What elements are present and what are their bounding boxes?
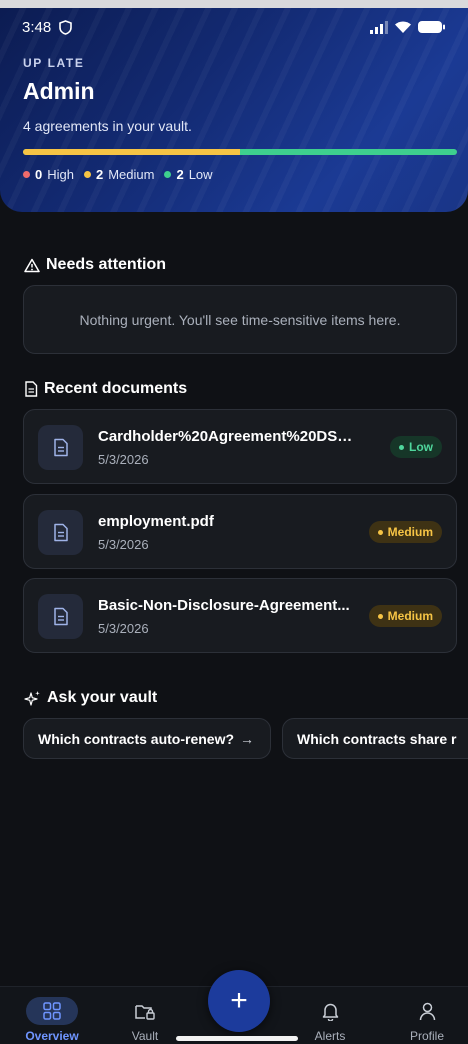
document-icon — [25, 381, 38, 397]
tab-profile[interactable]: Profile — [392, 997, 462, 1043]
needs-attention-heading: Needs attention — [24, 256, 166, 274]
legend-medium: 2 Medium — [83, 167, 154, 182]
risk-legend: 0 High 2 Medium 2 Low — [23, 167, 213, 182]
document-card[interactable]: Basic-Non-Disclosure-Agreement... 5/3/20… — [23, 578, 457, 653]
bell-icon — [322, 1003, 338, 1021]
sparkles-icon — [24, 690, 40, 706]
warning-icon — [24, 258, 40, 272]
suggestion-chip[interactable]: Which contracts auto-renew? → — [23, 718, 271, 759]
plus-icon: + — [230, 984, 248, 1017]
legend-low: 2 Low — [164, 167, 213, 182]
risk-distribution-bar — [23, 149, 457, 155]
document-card[interactable]: Cardholder%20Agreement%20DSC1... 5/3/202… — [23, 409, 457, 484]
grid-icon — [43, 1002, 61, 1020]
high-dot-icon — [23, 171, 30, 178]
attention-empty-card: Nothing urgent. You'll see time-sensitiv… — [23, 285, 457, 354]
suggestion-chip[interactable]: Which contracts share r — [282, 718, 468, 759]
file-icon — [38, 425, 83, 470]
status-time: 3:48 — [22, 18, 52, 36]
document-name: employment.pdf — [98, 513, 214, 530]
tab-alerts[interactable]: Alerts — [295, 997, 365, 1043]
recent-documents-heading: Recent documents — [24, 380, 187, 398]
document-date: 5/3/2026 — [98, 537, 149, 552]
person-icon — [419, 1002, 435, 1020]
folder-lock-icon — [135, 1004, 155, 1020]
document-date: 5/3/2026 — [98, 621, 149, 636]
document-card[interactable]: employment.pdf 5/3/2026 Medium — [23, 494, 457, 569]
attention-empty-text: Nothing urgent. You'll see time-sensitiv… — [79, 311, 401, 328]
add-document-button[interactable]: + — [208, 970, 270, 1032]
tab-overview[interactable]: Overview — [17, 997, 87, 1043]
suggestion-chips: Which contracts auto-renew? → Which cont… — [23, 718, 468, 760]
battery-icon — [418, 21, 445, 33]
wifi-icon — [395, 21, 411, 33]
status-bar: 3:48 — [22, 16, 446, 38]
user-name-title: Admin — [23, 78, 95, 104]
signal-icon — [370, 20, 388, 34]
tab-vault[interactable]: Vault — [110, 997, 180, 1043]
file-icon — [38, 510, 83, 555]
document-name: Cardholder%20Agreement%20DSC1... — [98, 428, 356, 445]
risk-badge: Low — [390, 436, 442, 458]
home-indicator — [176, 1036, 298, 1041]
risk-bar-medium-segment — [23, 149, 240, 155]
file-icon — [38, 594, 83, 639]
document-date: 5/3/2026 — [98, 452, 149, 467]
hero-header: 3:48 UP LATE Admin 4 agreements in your … — [0, 8, 468, 212]
risk-badge: Medium — [368, 521, 442, 543]
vault-summary-text: 4 agreements in your vault. — [23, 118, 192, 134]
device-frame-top — [0, 0, 468, 8]
risk-badge: Medium — [368, 605, 442, 627]
medium-dot-icon — [83, 171, 91, 178]
greeting-kicker: UP LATE — [23, 56, 85, 70]
low-dot-icon — [164, 171, 172, 178]
vpn-shield-icon — [59, 19, 73, 35]
legend-high: 0 High — [23, 167, 74, 182]
arrow-right-icon: → — [240, 730, 255, 747]
ask-vault-heading: Ask your vault — [24, 689, 157, 707]
document-name: Basic-Non-Disclosure-Agreement... — [98, 597, 350, 614]
